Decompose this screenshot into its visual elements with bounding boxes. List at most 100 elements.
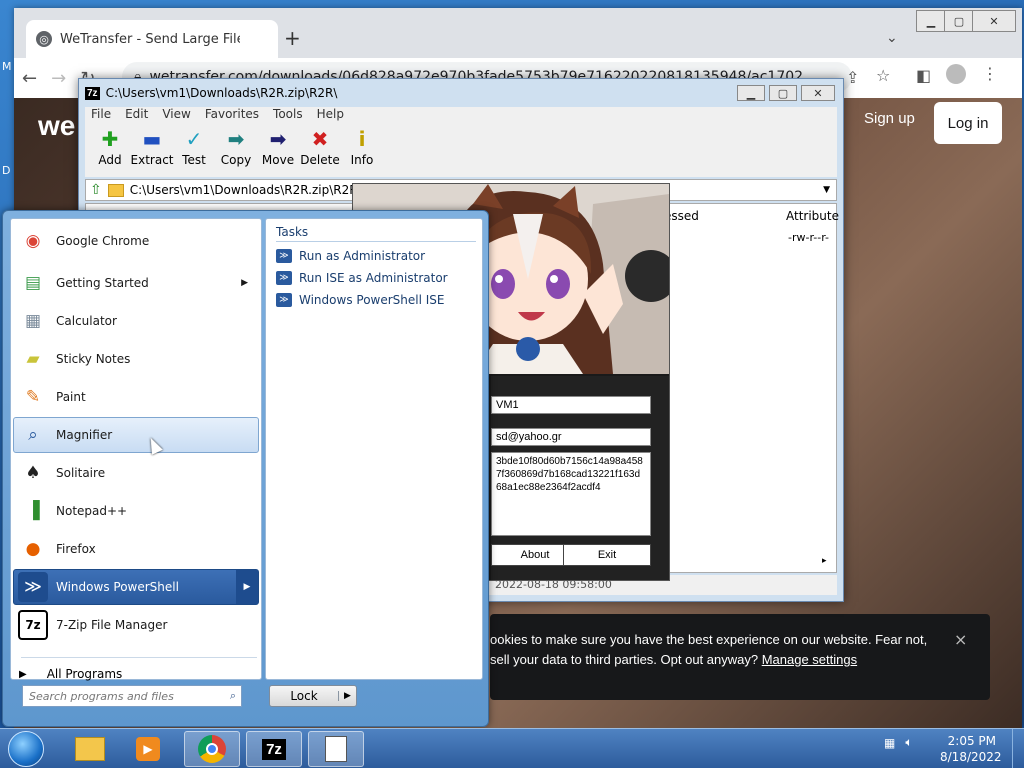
program-sticky-notes[interactable]: ▰ Sticky Notes [13, 341, 259, 377]
column-attributes[interactable]: Attribute [786, 209, 839, 223]
email-field[interactable]: sd@yahoo.gr [491, 428, 651, 446]
toolbar-copy-button[interactable]: ➡ Copy [215, 125, 257, 177]
menu-view[interactable]: View [162, 107, 190, 125]
toolbar-label: Delete [300, 153, 340, 167]
program-magnifier[interactable]: ⌕ Magnifier [13, 417, 259, 453]
task-label: Windows PowerShell ISE [299, 293, 445, 307]
start-button[interactable] [4, 729, 48, 768]
new-tab-button[interactable]: + [284, 26, 301, 50]
close-button[interactable]: ✕ [972, 10, 1016, 32]
cookie-close-icon[interactable]: × [954, 630, 967, 649]
forward-icon[interactable]: → [51, 68, 66, 89]
lock-label: Lock [290, 689, 318, 703]
log-in-button[interactable]: Log in [934, 102, 1002, 144]
program-notepad[interactable]: ▐ Notepad++ [13, 493, 259, 529]
network-icon[interactable]: ▦ [884, 736, 895, 750]
clock-time: 2:05 PM [947, 734, 996, 748]
search-icon[interactable]: ⌕ [230, 689, 236, 703]
minimize-button[interactable]: ▁ [916, 10, 946, 32]
lock-button[interactable]: Lock ▶ [269, 685, 357, 707]
search-input[interactable]: Search programs and files ⌕ [22, 685, 242, 707]
back-icon[interactable]: ← [22, 68, 37, 89]
program-solitaire[interactable]: ♠ Solitaire [13, 455, 259, 491]
toolbar-delete-button[interactable]: ✖ Delete [299, 125, 341, 177]
taskbar-keygen[interactable] [308, 731, 364, 767]
serial-field[interactable]: 3bde10f80d60b7156c14a98a458 7f360869d7b1… [491, 452, 651, 536]
magnifier-icon: ⌕ [28, 425, 38, 445]
taskbar-chrome[interactable] [184, 731, 240, 767]
menu-file[interactable]: File [91, 107, 111, 125]
close-button[interactable]: ✕ [801, 85, 835, 101]
program-firefox[interactable]: ● Firefox [13, 531, 259, 567]
toolbar-extract-button[interactable]: ▬ Extract [130, 125, 174, 177]
path-text: C:\Users\vm1\Downloads\R2R.zip\R2R\ [129, 183, 362, 197]
program-calculator[interactable]: ▦ Calculator [13, 303, 259, 339]
program-getting-started[interactable]: ▤ Getting Started ▶ [13, 265, 259, 301]
star-icon[interactable]: ☆ [876, 66, 890, 85]
search-placeholder: Search programs and files [29, 689, 174, 703]
manage-settings-link[interactable]: Manage settings [762, 652, 857, 667]
menu-help[interactable]: Help [317, 107, 344, 125]
cookie-banner: ookies to make sure you have the best ex… [490, 614, 990, 700]
all-programs-item[interactable]: ▶ All Programs [19, 667, 122, 681]
delete-icon: ✖ [311, 127, 329, 151]
submenu-arrow-icon[interactable]: ▶ [241, 278, 248, 288]
task-run-as-admin[interactable]: ≫ Run as Administrator [276, 249, 425, 263]
volume-icon[interactable]: 🔈︎ [905, 735, 912, 750]
menu-favorites[interactable]: Favorites [205, 107, 259, 125]
toolbar-add-button[interactable]: ✚ Add [89, 125, 131, 177]
app-window-icon [325, 736, 347, 762]
maximize-button[interactable]: ▢ [769, 85, 797, 101]
program-label: Windows PowerShell [56, 580, 179, 594]
menu-bar: File Edit View Favorites Tools Help [85, 107, 837, 125]
up-folder-icon[interactable]: ⇧ [90, 182, 102, 198]
programs-pane: ◉ Google Chrome ▤ Getting Started ▶ ▦ Calculat… [10, 218, 262, 681]
program-google-chrome[interactable]: ◉ Google Chrome [13, 223, 259, 259]
info-icon: i [358, 127, 366, 151]
submenu-arrow-icon[interactable]: ▶ [236, 570, 258, 604]
menu-tools[interactable]: Tools [273, 107, 303, 125]
powershell-icon: ≫ [276, 249, 292, 263]
seven-zip-logo-icon: 7z [85, 86, 100, 100]
exit-button[interactable]: Exit [563, 544, 651, 566]
toolbar-label: Extract [130, 153, 174, 167]
toolbar-info-button[interactable]: i Info [341, 125, 383, 177]
taskbar-seven-zip[interactable]: 7z [246, 731, 302, 767]
tab-search-chevron-icon[interactable]: ⌄ [886, 30, 898, 46]
browser-tab[interactable]: ◎ WeTransfer - Send Large Files & [26, 20, 278, 58]
sign-up-link[interactable]: Sign up [864, 110, 915, 127]
program-label: Firefox [56, 542, 96, 556]
menu-edit[interactable]: Edit [125, 107, 148, 125]
wetransfer-logo[interactable]: we [38, 110, 75, 142]
toolbar-test-button[interactable]: ✓ Test [173, 125, 215, 177]
program-7-zip-file-manager[interactable]: 7z 7-Zip File Manager [13, 607, 259, 643]
plus-icon: ✚ [101, 127, 119, 151]
maximize-button[interactable]: ▢ [944, 10, 974, 32]
program-label: Getting Started [56, 276, 149, 290]
scroll-right-icon[interactable]: ▸ [822, 556, 827, 566]
lock-options-arrow-icon[interactable]: ▶ [338, 691, 356, 701]
program-windows-powershell[interactable]: ≫ Windows PowerShell ▶ [13, 569, 259, 605]
taskbar-media-player[interactable]: ▶ [120, 731, 176, 767]
path-dropdown-icon[interactable]: ▼ [823, 185, 830, 195]
profile-avatar[interactable] [946, 64, 966, 84]
notepad-plus-icon: ▐ [26, 501, 40, 521]
program-paint[interactable]: ✎ Paint [13, 379, 259, 415]
name-field[interactable]: VM1 [491, 396, 651, 414]
task-powershell-ise[interactable]: ≫ Windows PowerShell ISE [276, 293, 445, 307]
show-desktop-button[interactable] [1012, 729, 1024, 768]
toolbar-label: Add [98, 153, 122, 167]
toolbar-move-button[interactable]: ➡ Move [257, 125, 299, 177]
share-icon[interactable]: ⇪ [846, 68, 859, 87]
clock[interactable]: 2:05 PM 8/18/2022 [940, 733, 1002, 765]
window-title-bar: 7z C:\Users\vm1\Downloads\R2R.zip\R2R\ [79, 79, 843, 107]
seven-zip-icon: 7z [262, 738, 286, 760]
side-panel-icon[interactable]: ◧ [916, 66, 931, 85]
taskbar-explorer[interactable] [62, 731, 118, 767]
minimize-button[interactable]: ▁ [737, 85, 765, 101]
cookie-text-line1: ookies to make sure you have the best ex… [490, 632, 928, 647]
all-programs-label: All Programs [46, 667, 123, 681]
task-run-ise-admin[interactable]: ≫ Run ISE as Administrator [276, 271, 448, 285]
menu-dots-icon[interactable]: ⋮ [982, 64, 998, 83]
divider [21, 657, 257, 658]
